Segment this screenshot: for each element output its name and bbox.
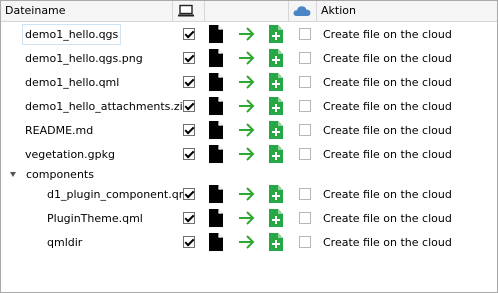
file-name[interactable]: qmldir: [45, 233, 84, 252]
file-icon: [209, 185, 223, 203]
action-text: Create file on the cloud: [323, 211, 452, 225]
add-file-icon: [269, 25, 283, 43]
arrow-right-icon: [239, 211, 255, 225]
cloud-checkbox[interactable]: [299, 76, 311, 88]
column-header-filename[interactable]: Dateiname: [1, 1, 173, 21]
local-checkbox[interactable]: [183, 188, 195, 200]
add-file-icon: [269, 97, 283, 115]
local-checkbox[interactable]: [183, 100, 195, 112]
column-header-action-label: Aktion: [321, 4, 356, 17]
action-text: Create file on the cloud: [323, 123, 452, 137]
file-name[interactable]: demo1_hello.qml: [23, 73, 121, 92]
table-row[interactable]: qmldir Create file on the cloud: [1, 230, 497, 254]
local-checkbox[interactable]: [183, 28, 195, 40]
action-text: Create file on the cloud: [323, 147, 452, 161]
action-text: Create file on the cloud: [323, 187, 452, 201]
local-checkbox[interactable]: [183, 124, 195, 136]
column-header-actions: [205, 1, 289, 21]
add-file-icon: [269, 73, 283, 91]
action-text: Create file on the cloud: [323, 99, 452, 113]
local-checkbox[interactable]: [183, 236, 195, 248]
file-icon: [209, 121, 223, 139]
action-text: Create file on the cloud: [323, 75, 452, 89]
arrow-right-icon: [239, 51, 255, 65]
table-row[interactable]: demo1_hello.qgs Create file on the cloud: [1, 22, 497, 46]
cloud-icon: [293, 6, 311, 16]
add-file-icon: [269, 49, 283, 67]
cloud-checkbox[interactable]: [299, 236, 311, 248]
file-name[interactable]: vegetation.gpkg: [23, 145, 117, 164]
local-checkbox[interactable]: [183, 52, 195, 64]
file-name[interactable]: d1_plugin_component.qml: [45, 185, 194, 204]
action-text: Create file on the cloud: [323, 235, 452, 249]
arrow-right-icon: [239, 123, 255, 137]
file-icon: [209, 145, 223, 163]
group-name: components: [26, 167, 94, 181]
add-file-icon: [269, 209, 283, 227]
table-row[interactable]: d1_plugin_component.qml Create file on th…: [1, 182, 497, 206]
file-name[interactable]: demo1_hello.qgs: [21, 23, 122, 45]
table-row[interactable]: PluginTheme.qml Create file on the cloud: [1, 206, 497, 230]
arrow-right-icon: [239, 147, 255, 161]
table-row[interactable]: demo1_hello.qgs.png Create file on the cl…: [1, 46, 497, 70]
arrow-right-icon: [239, 187, 255, 201]
file-icon: [209, 49, 223, 67]
expand-arrow-icon[interactable]: [10, 171, 16, 177]
add-file-icon: [269, 185, 283, 203]
column-header-filename-label: Dateiname: [5, 4, 66, 17]
action-text: Create file on the cloud: [323, 27, 452, 41]
cloud-checkbox[interactable]: [299, 100, 311, 112]
file-icon: [209, 97, 223, 115]
table-header: Dateiname Aktion: [1, 1, 497, 22]
table-row[interactable]: demo1_hello.qml Create file on the cloud: [1, 70, 497, 94]
arrow-right-icon: [239, 75, 255, 89]
file-name[interactable]: README.md: [23, 121, 95, 140]
arrow-right-icon: [239, 99, 255, 113]
arrow-right-icon: [239, 235, 255, 249]
add-file-icon: [269, 145, 283, 163]
tree-group-row[interactable]: components: [1, 166, 497, 182]
file-icon: [209, 73, 223, 91]
column-header-local[interactable]: [173, 1, 205, 21]
cloud-checkbox[interactable]: [299, 28, 311, 40]
arrow-right-icon: [239, 27, 255, 41]
laptop-icon: [178, 4, 194, 17]
action-text: Create file on the cloud: [323, 51, 452, 65]
column-header-cloud[interactable]: [289, 1, 317, 21]
column-header-action[interactable]: Aktion: [317, 1, 497, 21]
file-icon: [209, 25, 223, 43]
local-checkbox[interactable]: [183, 212, 195, 224]
file-icon: [209, 233, 223, 251]
add-file-icon: [269, 121, 283, 139]
cloud-checkbox[interactable]: [299, 52, 311, 64]
cloud-checkbox[interactable]: [299, 148, 311, 160]
local-checkbox[interactable]: [183, 76, 195, 88]
cloud-checkbox[interactable]: [299, 124, 311, 136]
file-name[interactable]: demo1_hello.qgs.png: [23, 49, 145, 68]
cloud-checkbox[interactable]: [299, 212, 311, 224]
table-row[interactable]: demo1_hello_attachments.zip Create file o…: [1, 94, 497, 118]
file-name[interactable]: PluginTheme.qml: [45, 209, 145, 228]
cloud-checkbox[interactable]: [299, 188, 311, 200]
local-checkbox[interactable]: [183, 148, 195, 160]
table-row[interactable]: README.md Create file on the cloud: [1, 118, 497, 142]
file-icon: [209, 209, 223, 227]
file-name[interactable]: demo1_hello_attachments.zip: [23, 97, 192, 116]
file-sync-tree: Dateiname Aktion demo1_hello.qgs Create f…: [0, 0, 498, 293]
add-file-icon: [269, 233, 283, 251]
table-row[interactable]: vegetation.gpkg Create file on the cloud: [1, 142, 497, 166]
